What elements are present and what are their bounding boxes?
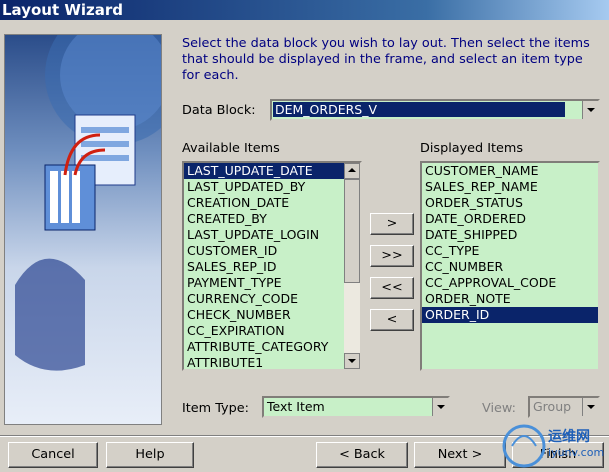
- wizard-illustration: [4, 34, 162, 425]
- list-item[interactable]: CURRENCY_CODE: [184, 291, 360, 307]
- list-item[interactable]: ORDER_NOTE: [422, 291, 598, 307]
- list-item[interactable]: CC_EXPIRATION: [184, 323, 360, 339]
- scroll-thumb[interactable]: [344, 179, 360, 283]
- list-item[interactable]: CC_APPROVAL_CODE: [422, 275, 598, 291]
- chevron-down-icon[interactable]: [432, 398, 448, 416]
- cancel-button[interactable]: Cancel: [8, 442, 98, 468]
- item-type-combo[interactable]: Text Item: [262, 396, 450, 418]
- view-value: Group: [533, 399, 572, 414]
- list-item[interactable]: ATTRIBUTE_CATEGORY: [184, 339, 360, 355]
- available-items-list[interactable]: LAST_UPDATE_DATE LAST_UPDATED_BY CREATION_…: [182, 161, 362, 371]
- list-item[interactable]: CREATION_DATE: [184, 195, 360, 211]
- list-item[interactable]: ORDER_STATUS: [422, 195, 598, 211]
- list-item[interactable]: ATTRIBUTE1: [184, 355, 360, 369]
- item-type-label: Item Type:: [182, 401, 249, 416]
- list-item[interactable]: CUSTOMER_ID: [184, 243, 360, 259]
- list-item[interactable]: CHECK_NUMBER: [184, 307, 360, 323]
- data-block-label: Data Block:: [182, 103, 256, 118]
- remove-all-button[interactable]: <<: [370, 277, 414, 299]
- list-item[interactable]: SALES_REP_ID: [184, 259, 360, 275]
- available-scrollbar[interactable]: [344, 163, 360, 369]
- add-item-button[interactable]: >: [370, 213, 414, 235]
- list-item[interactable]: LAST_UPDATE_DATE: [184, 163, 360, 179]
- list-item[interactable]: CREATED_BY: [184, 211, 360, 227]
- instructions-text: Select the data block you wish to lay ou…: [182, 36, 590, 83]
- view-label: View:: [482, 401, 516, 416]
- available-items-label: Available Items: [182, 141, 280, 156]
- list-item[interactable]: CC_NUMBER: [422, 259, 598, 275]
- displayed-items-label: Displayed Items: [420, 141, 524, 156]
- list-item[interactable]: DATE_SHIPPED: [422, 227, 598, 243]
- list-item[interactable]: PAYMENT_TYPE: [184, 275, 360, 291]
- list-item[interactable]: LAST_UPDATED_BY: [184, 179, 360, 195]
- next-button[interactable]: Next >: [414, 442, 506, 468]
- watermark-logo: 运维网 iyunv.com: [502, 420, 606, 470]
- list-item[interactable]: ORDER_ID: [422, 307, 598, 323]
- scroll-up-icon[interactable]: [344, 163, 360, 179]
- displayed-items-list[interactable]: CUSTOMER_NAME SALES_REP_NAME ORDER_STATUS D…: [420, 161, 600, 371]
- help-button[interactable]: Help: [106, 442, 194, 468]
- add-all-button[interactable]: >>: [370, 245, 414, 267]
- watermark-subtext: iyunv.com: [548, 446, 605, 459]
- list-item[interactable]: DATE_ORDERED: [422, 211, 598, 227]
- window-title: Layout Wizard: [2, 1, 124, 19]
- title-bar: Layout Wizard: [0, 0, 609, 20]
- data-block-combo[interactable]: DEM_ORDERS_V: [270, 99, 600, 121]
- item-type-value: Text Item: [267, 399, 325, 414]
- list-item[interactable]: CC_TYPE: [422, 243, 598, 259]
- view-combo: Group: [528, 396, 600, 418]
- chevron-down-icon[interactable]: [582, 101, 598, 119]
- list-item[interactable]: SALES_REP_NAME: [422, 179, 598, 195]
- remove-item-button[interactable]: <: [370, 309, 414, 331]
- watermark-text: 运维网: [548, 429, 590, 445]
- list-item[interactable]: LAST_UPDATE_LOGIN: [184, 227, 360, 243]
- chevron-down-icon: [582, 398, 598, 416]
- list-item[interactable]: CUSTOMER_NAME: [422, 163, 598, 179]
- scroll-down-icon[interactable]: [344, 353, 360, 369]
- back-button[interactable]: < Back: [316, 442, 408, 468]
- data-block-value: DEM_ORDERS_V: [273, 102, 565, 117]
